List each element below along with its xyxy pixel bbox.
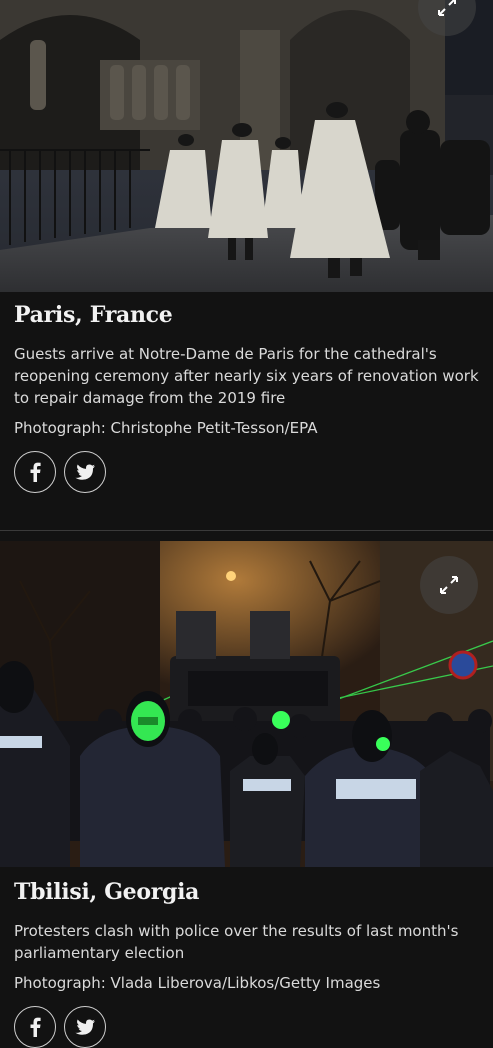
share-twitter-button[interactable] xyxy=(64,451,106,493)
share-twitter-button[interactable] xyxy=(64,1006,106,1048)
divider xyxy=(0,530,493,531)
expand-icon xyxy=(438,0,456,16)
share-facebook-button[interactable] xyxy=(14,1006,56,1048)
photo-description: Protesters clash with police over the re… xyxy=(14,922,459,962)
photo-paris[interactable] xyxy=(0,0,493,292)
photo-credit: Photograph: Vlada Liberova/Libkos/Getty … xyxy=(14,974,381,992)
twitter-icon xyxy=(75,1019,95,1035)
facebook-icon xyxy=(30,462,41,482)
expand-photo-button[interactable] xyxy=(420,556,478,614)
twitter-icon xyxy=(75,464,95,480)
place-title: Paris, France xyxy=(14,302,173,328)
facebook-icon xyxy=(30,1017,41,1037)
photo-tbilisi[interactable] xyxy=(0,541,493,867)
photo-credit: Photograph: Christophe Petit-Tesson/EPA xyxy=(14,419,318,437)
photo-paris-image xyxy=(0,0,493,292)
share-facebook-button[interactable] xyxy=(14,451,56,493)
place-title: Tbilisi, Georgia xyxy=(14,879,200,905)
photo-tbilisi-image xyxy=(0,541,493,867)
caption-tbilisi: Tbilisi, Georgia Protesters clash with p… xyxy=(14,879,479,1048)
share-buttons xyxy=(14,1006,479,1048)
caption-paris: Paris, France Guests arrive at Notre-Dam… xyxy=(14,302,479,493)
photo-description: Guests arrive at Notre-Dame de Paris for… xyxy=(14,345,479,407)
expand-icon xyxy=(440,576,458,594)
share-buttons xyxy=(14,451,479,493)
